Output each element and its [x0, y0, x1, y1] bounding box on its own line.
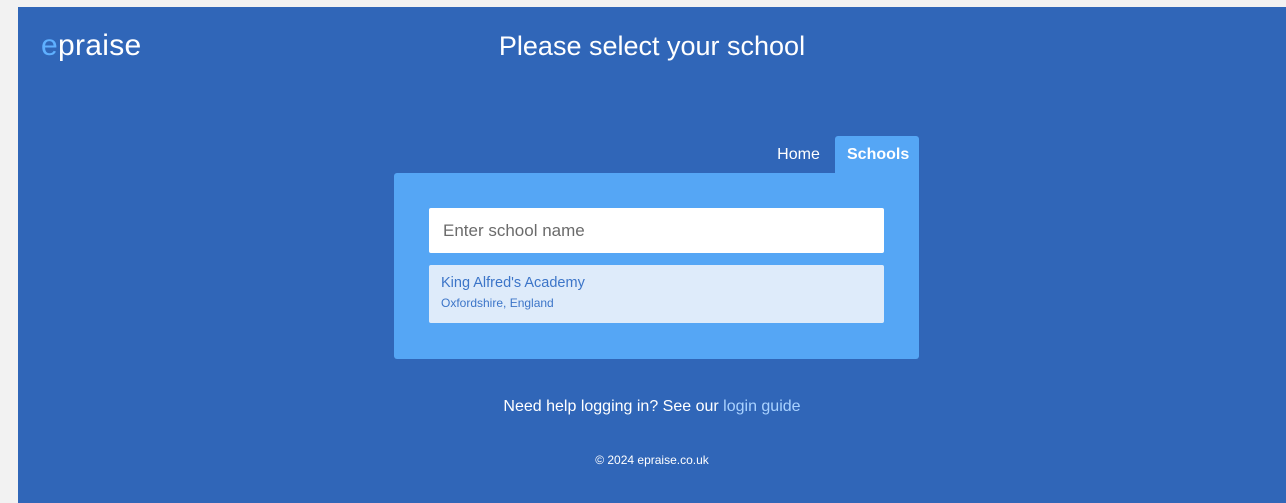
tab-schools[interactable]: Schools — [835, 136, 919, 174]
help-message: Need help logging in? See our — [503, 398, 719, 415]
footer-copyright: © 2024 epraise.co.uk — [595, 453, 709, 467]
tab-home[interactable]: Home — [762, 136, 835, 174]
school-search-panel: King Alfred's Academy Oxfordshire, Engla… — [394, 173, 919, 359]
help-text: Need help logging in? See our login guid… — [18, 398, 1286, 416]
school-result-name: King Alfred's Academy — [441, 275, 585, 291]
login-guide-link[interactable]: login guide — [723, 398, 800, 415]
school-result-item[interactable]: King Alfred's Academy Oxfordshire, Engla… — [429, 265, 884, 323]
nav-tabs: Home Schools — [762, 136, 919, 174]
school-result-location: Oxfordshire, England — [441, 296, 554, 310]
school-search-input[interactable] — [429, 208, 884, 253]
page-container: epraise Please select your school Home S… — [18, 7, 1286, 503]
page-title: Please select your school — [498, 31, 806, 61]
